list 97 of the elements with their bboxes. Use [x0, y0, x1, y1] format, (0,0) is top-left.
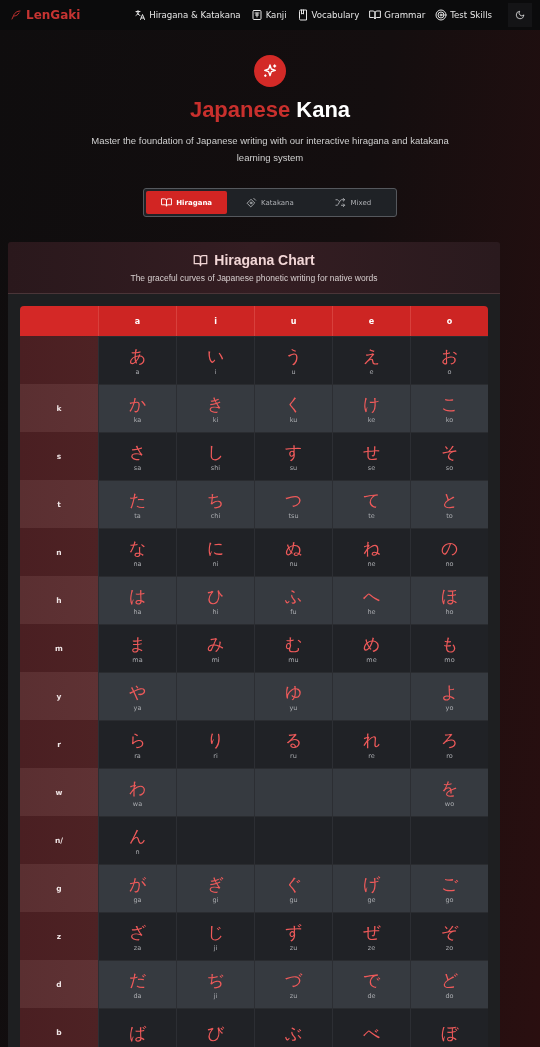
kana-cell[interactable]: ぶ [254, 1008, 332, 1047]
open-book-icon [193, 252, 209, 268]
page-subtitle: Master the foundation of Japanese writing with our interactive hiragana and katakana learning system [90, 134, 450, 165]
column-header: e [332, 306, 410, 336]
kana-character: ら [129, 729, 146, 750]
kana-character: な [129, 537, 146, 558]
kana-character: づ [285, 969, 302, 990]
theme-toggle[interactable] [508, 3, 532, 27]
kana-character: ま [129, 633, 146, 654]
kana-character: ご [441, 873, 458, 894]
kana-character: り [207, 729, 224, 750]
kana-character: で [363, 969, 380, 990]
page-title: Japanese Kana [189, 96, 351, 124]
kana-character: こ [441, 393, 458, 414]
kana-character: う [285, 345, 302, 366]
kana-character: た [129, 489, 146, 510]
kana-character: が [129, 873, 146, 894]
kana-character: ち [207, 489, 224, 510]
kana-character: そ [441, 441, 458, 462]
open-book-icon [369, 9, 382, 21]
kana-character: さ [129, 441, 146, 462]
kana-character: ひ [207, 585, 224, 606]
kana-character: を [441, 777, 458, 798]
kana-character: ど [441, 969, 458, 990]
kana-character: め [363, 633, 380, 654]
shuffle-icon [335, 197, 347, 208]
kana-character: じ [207, 921, 224, 942]
kana-character: ゆ [285, 681, 302, 702]
kana-character: も [441, 633, 458, 654]
kana-character: ぎ [207, 873, 224, 894]
kana-character: と [441, 489, 458, 510]
kana-character: ぐ [285, 873, 302, 894]
kana-character: ば [129, 1022, 146, 1043]
chart-title: Hiragana Chart [214, 252, 315, 268]
kana-character: る [285, 729, 302, 750]
kana-character: よ [441, 681, 458, 702]
kana-cell[interactable]: び [176, 1008, 254, 1047]
kana-character: の [441, 537, 458, 558]
kana-character: び [207, 1022, 224, 1043]
column-header: i [176, 306, 254, 336]
kana-character: ね [363, 537, 380, 558]
kana-character: せ [363, 441, 380, 462]
chart-subtitle: The graceful curves of Japanese phonetic writing for native words [130, 273, 378, 283]
nav-link[interactable]: Hiragana & Katakana [134, 9, 241, 21]
kana-character: き [207, 393, 224, 414]
kana-character: け [363, 393, 380, 414]
kana-character: げ [363, 873, 380, 894]
kana-character: ぢ [207, 969, 224, 990]
kana-cell[interactable]: ぼ [410, 1008, 488, 1047]
kana-character: べ [363, 1022, 380, 1043]
column-header: u [254, 306, 332, 336]
kana-character: や [129, 681, 146, 702]
nav-link[interactable]: Kanji [250, 9, 287, 21]
kana-character: ふ [285, 585, 302, 606]
kana-character: あ [129, 345, 146, 366]
nav-link[interactable]: Grammar [369, 9, 426, 21]
logo-text[interactable]: LenGaki [26, 8, 81, 22]
kana-character: ろ [441, 729, 458, 750]
kana-character: お [441, 345, 458, 366]
kana-character: わ [129, 777, 146, 798]
kana-character: み [207, 633, 224, 654]
kana-character: む [285, 633, 302, 654]
kana-character: す [285, 441, 302, 462]
target-icon [435, 9, 448, 21]
kana-character: て [363, 489, 380, 510]
nav-link[interactable]: Test Skills [435, 9, 492, 21]
kana-cell[interactable]: ば [98, 1008, 176, 1047]
translate-icon [134, 9, 147, 21]
kana-character: ぜ [363, 921, 380, 942]
open-book-icon [161, 197, 173, 208]
kana-character: ず [285, 921, 302, 942]
moon-icon [515, 10, 525, 20]
book-icon [296, 9, 309, 21]
kana-character: に [207, 537, 224, 558]
kana-character: い [207, 345, 224, 366]
kana-character: か [129, 393, 146, 414]
kana-character: だ [129, 969, 146, 990]
kana-character: れ [363, 729, 380, 750]
feather-icon [10, 9, 22, 21]
kana-character: ぬ [285, 537, 302, 558]
kana-character: は [129, 585, 146, 606]
kana-character: へ [363, 585, 380, 606]
sparkle-icon [262, 63, 278, 79]
kana-character: ぼ [441, 1022, 458, 1043]
kana-character: つ [285, 489, 302, 510]
kana-character: く [285, 393, 302, 414]
kana-character: ざ [129, 921, 146, 942]
kana-character: ん [129, 825, 146, 846]
kana-cell[interactable]: べ [332, 1008, 410, 1047]
column-header: o [410, 306, 488, 336]
kana-character: ほ [441, 585, 458, 606]
column-header: a [98, 306, 176, 336]
kana-character: え [363, 345, 380, 366]
kana-character: し [207, 441, 224, 462]
kana-character: ぞ [441, 921, 458, 942]
nav-link[interactable]: Vocabulary [296, 9, 360, 21]
kana-character: ぶ [285, 1022, 302, 1043]
